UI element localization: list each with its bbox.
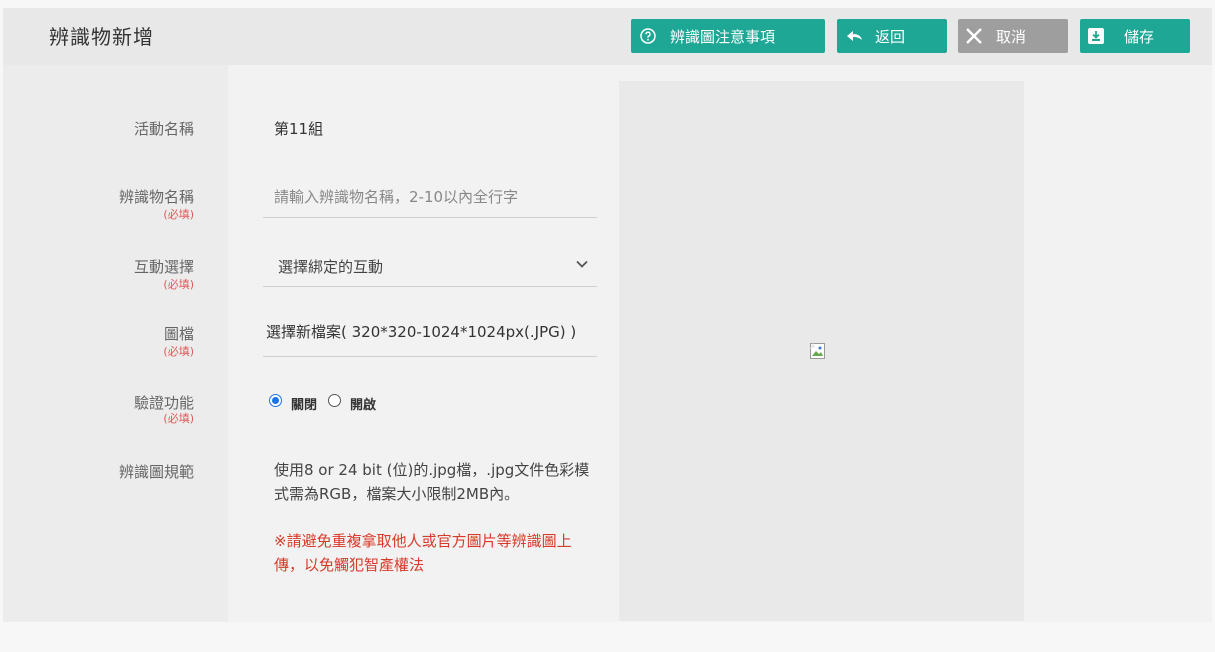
back-button-label: 返回 xyxy=(875,27,906,46)
interaction-label: 互動選擇 xyxy=(133,258,194,276)
verification-on-label[interactable]: 開啟 xyxy=(350,394,376,413)
guide-button[interactable]: 辨識圖注意事項 xyxy=(631,19,825,53)
object-name-underline xyxy=(263,217,597,218)
help-circle-icon xyxy=(639,27,657,45)
cancel-button[interactable]: 取消 xyxy=(958,19,1068,53)
guide-button-label: 辨識圖注意事項 xyxy=(670,27,776,46)
save-button-label: 儲存 xyxy=(1124,27,1155,46)
spec-text: 使用8 or 24 bit (位)的.jpg檔，.jpg文件色彩模式需為RGB，… xyxy=(274,461,590,503)
broken-image-icon xyxy=(810,343,826,359)
save-icon xyxy=(1086,26,1106,46)
verification-off-label[interactable]: 關閉 xyxy=(291,394,317,413)
label-column xyxy=(3,65,228,622)
interaction-underline xyxy=(263,286,597,287)
close-icon xyxy=(964,26,984,46)
image-preview xyxy=(619,81,1024,621)
image-file-label: 圖檔 xyxy=(163,325,194,343)
object-name-input[interactable]: 請輸入辨識物名稱，2-10以內全行字 xyxy=(274,186,518,207)
object-name-required: (必填) xyxy=(163,208,194,221)
back-arrow-icon xyxy=(845,28,865,44)
verification-on-radio[interactable] xyxy=(328,394,341,407)
verification-off-radio[interactable] xyxy=(269,394,282,407)
activity-value: 第11組 xyxy=(274,120,324,138)
object-name-label: 辨識物名稱 xyxy=(118,188,194,206)
verification-required: (必填) xyxy=(163,412,194,425)
chevron-down-icon[interactable] xyxy=(575,256,589,275)
back-button[interactable]: 返回 xyxy=(837,19,947,53)
cancel-button-label: 取消 xyxy=(996,27,1027,46)
copyright-warning: ※請避免重複拿取他人或官方圖片等辨識圖上傳，以免觸犯智產權法 xyxy=(274,532,572,574)
image-file-required: (必填) xyxy=(163,345,194,358)
main-panel: 辨識物新增 辨識圖注意事項 返回 取消 儲存 活動名稱 第11組 辨識物名稱 (… xyxy=(3,8,1212,622)
page-title: 辨識物新增 xyxy=(49,25,154,49)
activity-label: 活動名稱 xyxy=(133,120,194,138)
spec-label: 辨識圖規範 xyxy=(118,463,194,481)
image-file-underline xyxy=(263,356,597,357)
interaction-select[interactable]: 選擇綁定的互動 xyxy=(278,256,383,277)
save-button[interactable]: 儲存 xyxy=(1080,19,1190,53)
interaction-required: (必填) xyxy=(163,278,194,291)
image-file-picker[interactable]: 選擇新檔案( 320*320-1024*1024px(.JPG) ) xyxy=(266,321,576,342)
page-header: 辨識物新增 辨識圖注意事項 返回 取消 儲存 xyxy=(3,8,1212,65)
